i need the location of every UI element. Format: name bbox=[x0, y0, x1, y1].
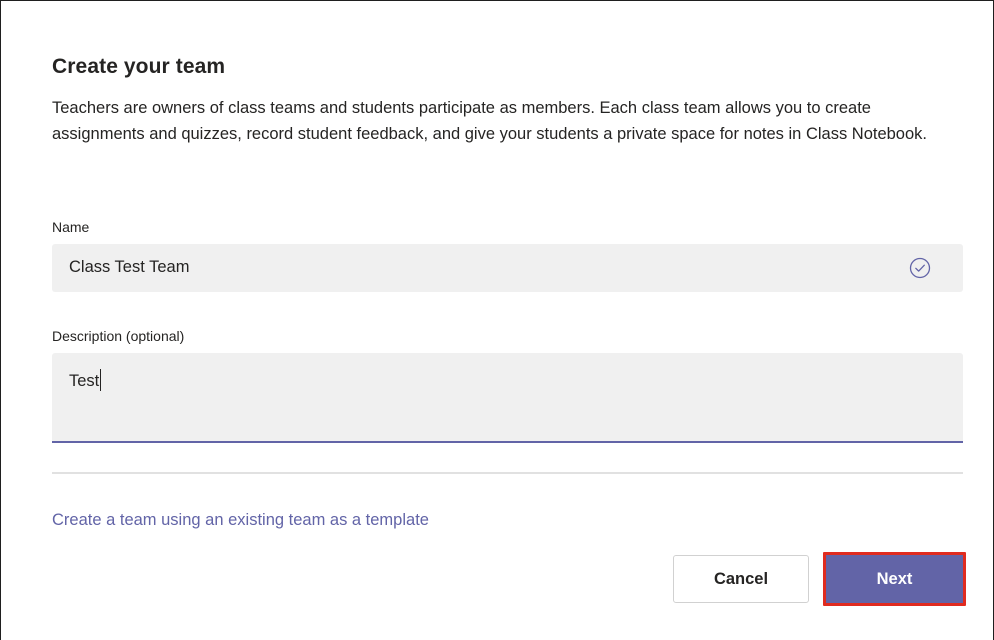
description-textarea-value[interactable]: Test bbox=[69, 369, 102, 391]
name-input-value[interactable]: Class Test Team bbox=[69, 258, 189, 277]
dialog-description: Teachers are owners of class teams and s… bbox=[52, 99, 927, 143]
description-textarea[interactable]: Test bbox=[52, 353, 963, 443]
name-input[interactable]: Class Test Team bbox=[52, 244, 963, 292]
create-team-dialog: Create your team Teachers are owners of … bbox=[0, 0, 994, 640]
check-circle-icon bbox=[909, 257, 931, 279]
next-button[interactable]: Next bbox=[823, 552, 966, 606]
description-label: Description (optional) bbox=[52, 328, 185, 344]
description-text: Test bbox=[69, 372, 100, 390]
template-team-link[interactable]: Create a team using an existing team as … bbox=[52, 511, 429, 530]
text-caret bbox=[100, 369, 102, 391]
name-label: Name bbox=[52, 219, 90, 235]
section-divider bbox=[52, 472, 963, 474]
cancel-button[interactable]: Cancel bbox=[673, 555, 809, 603]
dialog-title: Create your team bbox=[52, 55, 226, 78]
